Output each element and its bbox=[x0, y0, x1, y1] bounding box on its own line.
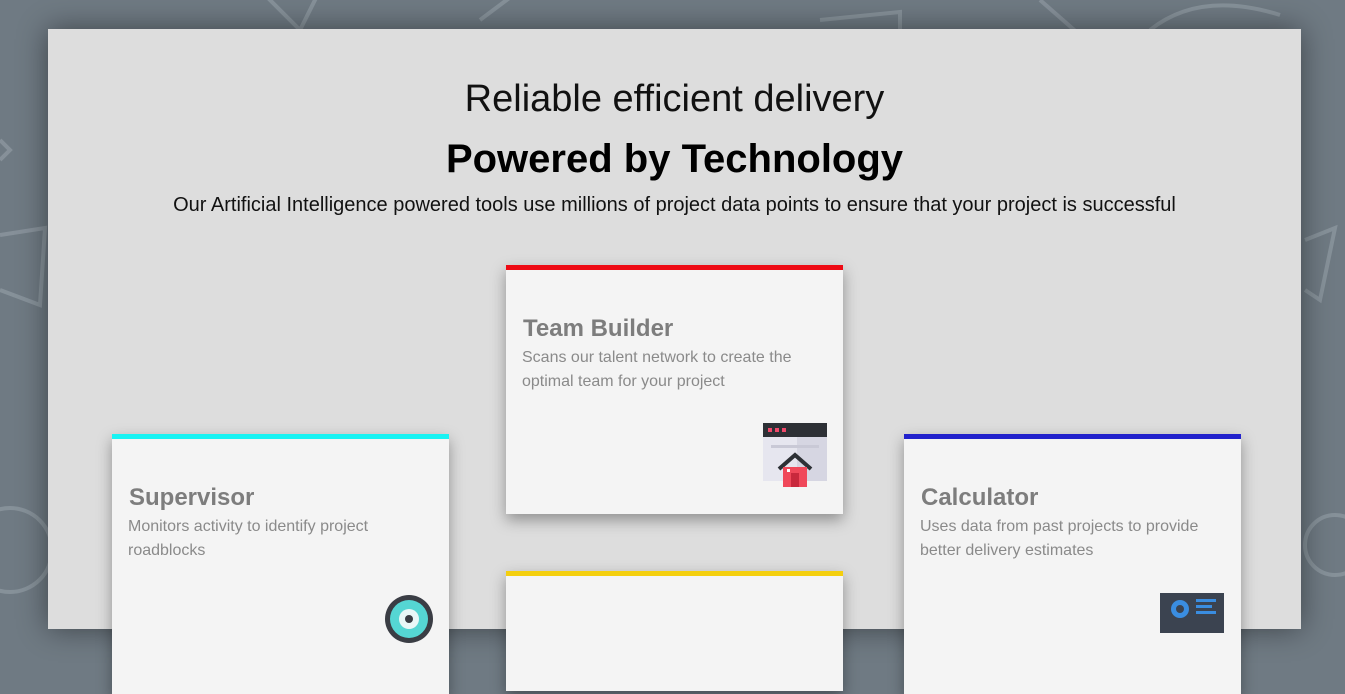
monitor-gauge-icon bbox=[385, 595, 433, 643]
hero-description: Our Artificial Intelligence powered tool… bbox=[173, 194, 1176, 216]
card-description: Scans our talent network to create the o… bbox=[522, 349, 792, 390]
card-description: Uses data from past projects to provide … bbox=[920, 518, 1199, 559]
card-title: Calculator bbox=[921, 484, 1039, 511]
card-description: Monitors activity to identify project ro… bbox=[128, 518, 369, 559]
hero-title: Reliable efficient delivery bbox=[464, 78, 885, 120]
card-supervisor[interactable]: Supervisor Monitors activity to identify… bbox=[112, 434, 449, 694]
card-title: Supervisor bbox=[129, 484, 255, 511]
features-panel: Reliable efficient delivery Powered by T… bbox=[48, 29, 1301, 694]
browser-house-icon bbox=[763, 423, 827, 487]
card-calculator[interactable]: Calculator Uses data from past projects … bbox=[904, 434, 1241, 694]
calculator-icon bbox=[1160, 593, 1224, 633]
hero-subtitle: Powered by Technology bbox=[445, 137, 904, 181]
card-partial-bottom[interactable] bbox=[506, 571, 843, 691]
card-title: Team Builder bbox=[523, 315, 674, 342]
card-team-builder[interactable]: Team Builder Scans our talent network to… bbox=[506, 265, 843, 514]
